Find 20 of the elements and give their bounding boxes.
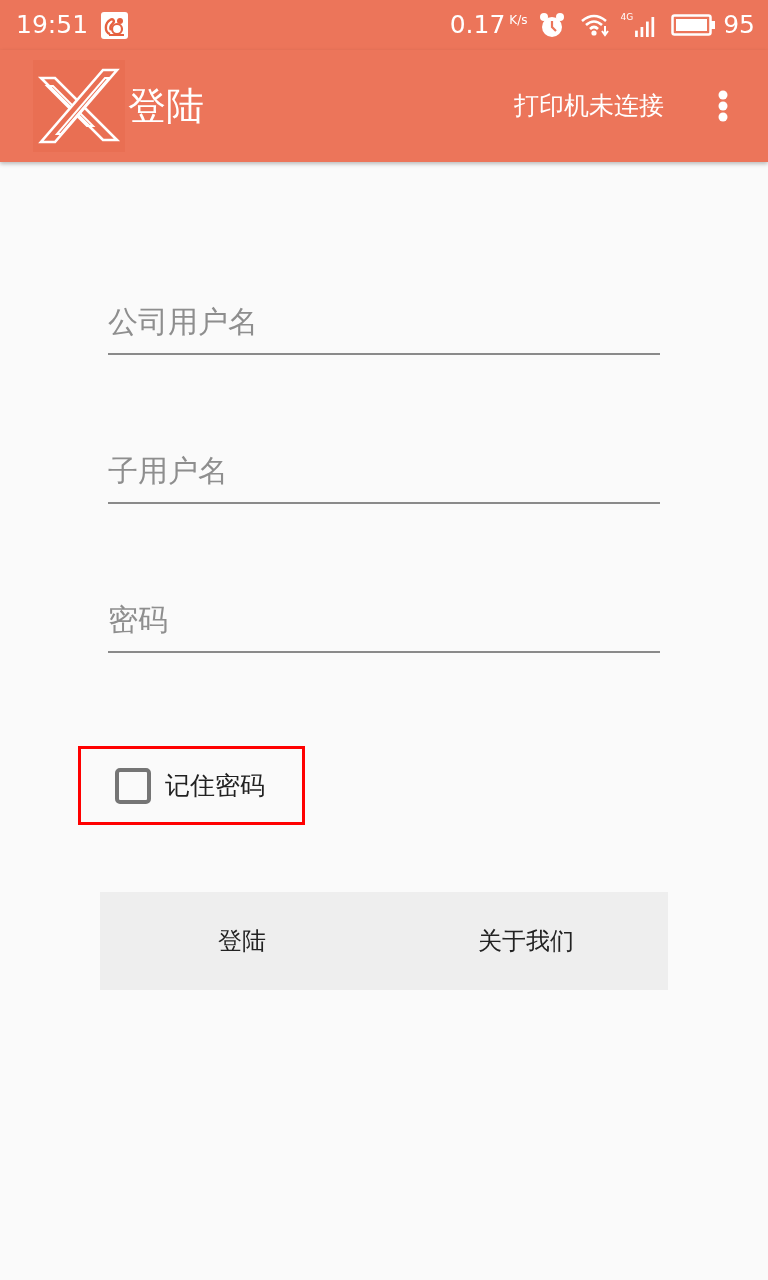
app-icon — [101, 11, 129, 39]
network-type: 4G — [620, 12, 634, 22]
checkbox[interactable] — [115, 767, 151, 804]
alarm-clock-icon — [539, 12, 566, 38]
battery-icon — [671, 14, 716, 36]
x-logo-icon — [33, 60, 125, 152]
input-field[interactable]: 公司用户名 — [108, 295, 660, 355]
printer-status: 打印机未连接 — [514, 91, 664, 121]
about-us-button[interactable]: 关于我们 — [384, 892, 668, 990]
input-field[interactable]: 密码 — [108, 593, 660, 653]
wifi-icon — [580, 12, 611, 38]
screen-title: 登陆 — [128, 83, 204, 129]
speed-unit: K/s — [509, 13, 528, 27]
network-speed: 0.17 — [449, 10, 506, 40]
clock-time: 19:51 — [16, 10, 89, 40]
login-button[interactable]: 登陆 — [100, 892, 384, 990]
input-field[interactable]: 子用户名 — [108, 444, 660, 504]
remember-password-label: 记住密码 — [165, 770, 265, 801]
more-options-icon[interactable] — [718, 90, 728, 122]
battery-level: 95 — [723, 10, 755, 40]
